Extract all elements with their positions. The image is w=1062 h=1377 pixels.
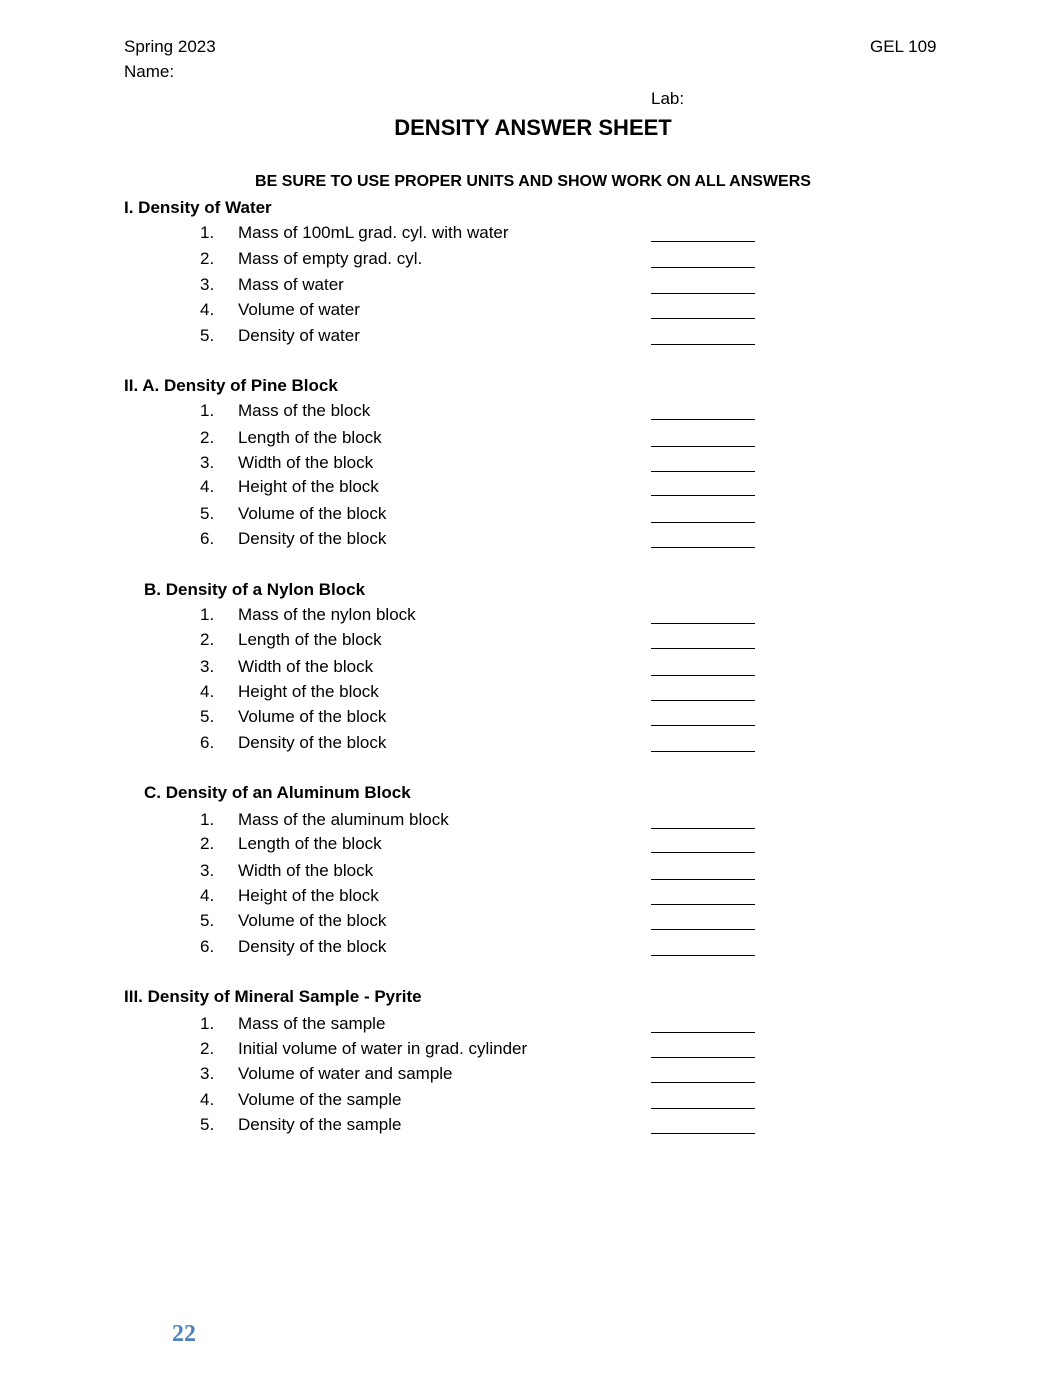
answer-blank[interactable] (651, 495, 755, 496)
item-number: 2. (200, 1039, 215, 1058)
item-number: 1. (200, 401, 215, 420)
item-number: 5. (200, 911, 215, 930)
answer-blank[interactable] (651, 828, 755, 829)
item-number: 6. (200, 529, 215, 548)
answer-blank[interactable] (651, 471, 755, 472)
item-number: 3. (200, 657, 215, 676)
answer-blank[interactable] (651, 1133, 755, 1134)
item-label: Initial volume of water in grad. cylinde… (238, 1039, 528, 1058)
item-label: Volume of water and sample (238, 1064, 453, 1083)
item-number: 4. (200, 1090, 215, 1109)
instructions: BE SURE TO USE PROPER UNITS AND SHOW WOR… (255, 173, 811, 190)
item-label: Mass of 100mL grad. cyl. with water (238, 223, 509, 242)
section-heading: III. Density of Mineral Sample - Pyrite (124, 987, 422, 1006)
answer-blank[interactable] (651, 648, 755, 649)
item-label: Length of the block (238, 630, 382, 649)
answer-blank[interactable] (651, 904, 755, 905)
item-number: 1. (200, 223, 215, 242)
item-label: Volume of the block (238, 911, 387, 930)
answer-blank[interactable] (651, 675, 755, 676)
item-number: 4. (200, 300, 215, 319)
course-code: GEL 109 (870, 37, 937, 56)
answer-blank[interactable] (651, 955, 755, 956)
item-label: Mass of the nylon block (238, 605, 416, 624)
item-label: Length of the block (238, 834, 382, 853)
page-title: DENSITY ANSWER SHEET (394, 115, 672, 140)
item-number: 2. (200, 834, 215, 853)
item-label: Mass of water (238, 275, 344, 294)
answer-blank[interactable] (651, 1057, 755, 1058)
item-label: Mass of the sample (238, 1014, 386, 1033)
answer-blank[interactable] (651, 879, 755, 880)
item-number: 1. (200, 1014, 215, 1033)
answer-blank[interactable] (651, 751, 755, 752)
item-number: 2. (200, 428, 215, 447)
item-label: Width of the block (238, 657, 374, 676)
answer-blank[interactable] (651, 293, 755, 294)
item-number: 3. (200, 1064, 215, 1083)
section-heading: II. A. Density of Pine Block (124, 376, 338, 395)
item-label: Mass of the block (238, 401, 371, 420)
section-heading: I. Density of Water (124, 198, 272, 217)
item-number: 6. (200, 733, 215, 752)
answer-blank[interactable] (651, 700, 755, 701)
item-number: 5. (200, 1115, 215, 1134)
answer-blank[interactable] (651, 852, 755, 853)
item-number: 1. (200, 605, 215, 624)
answer-blank[interactable] (651, 547, 755, 548)
item-label: Width of the block (238, 861, 374, 880)
name-label: Name: (124, 62, 175, 81)
answer-blank[interactable] (651, 929, 755, 930)
item-label: Density of the sample (238, 1115, 402, 1134)
item-number: 3. (200, 453, 215, 472)
item-label: Density of the block (238, 529, 387, 548)
item-label: Length of the block (238, 428, 382, 447)
answer-blank[interactable] (651, 725, 755, 726)
item-label: Volume of water (238, 300, 360, 319)
answer-blank[interactable] (651, 1108, 755, 1109)
answer-blank[interactable] (651, 522, 755, 523)
item-number: 5. (200, 326, 215, 345)
answer-blank[interactable] (651, 241, 755, 242)
answer-blank[interactable] (651, 623, 755, 624)
answer-blank[interactable] (651, 267, 755, 268)
answer-blank[interactable] (651, 1082, 755, 1083)
section-heading: B. Density of a Nylon Block (144, 580, 366, 599)
section-heading: C. Density of an Aluminum Block (144, 783, 411, 802)
answer-blank[interactable] (651, 318, 755, 319)
item-number: 6. (200, 937, 215, 956)
item-label: Mass of empty grad. cyl. (238, 249, 423, 268)
item-label: Height of the block (238, 886, 379, 905)
semester-label: Spring 2023 (124, 37, 216, 56)
item-label: Height of the block (238, 477, 379, 496)
item-number: 3. (200, 275, 215, 294)
item-label: Density of the block (238, 733, 387, 752)
answer-blank[interactable] (651, 1032, 755, 1033)
lab-label: Lab: (651, 89, 685, 108)
answer-blank[interactable] (651, 446, 755, 447)
item-label: Width of the block (238, 453, 374, 472)
page-number: 22 (172, 1321, 196, 1347)
item-label: Mass of the aluminum block (238, 810, 449, 829)
item-label: Volume of the block (238, 504, 387, 523)
item-number: 4. (200, 682, 215, 701)
item-label: Volume of the block (238, 707, 387, 726)
item-label: Density of the block (238, 937, 387, 956)
item-label: Volume of the sample (238, 1090, 402, 1109)
item-number: 5. (200, 707, 215, 726)
answer-blank[interactable] (651, 344, 755, 345)
item-number: 3. (200, 861, 215, 880)
item-number: 2. (200, 630, 215, 649)
item-number: 5. (200, 504, 215, 523)
answer-blank[interactable] (651, 419, 755, 420)
item-label: Height of the block (238, 682, 379, 701)
item-label: Density of water (238, 326, 360, 345)
item-number: 4. (200, 886, 215, 905)
item-number: 4. (200, 477, 215, 496)
item-number: 2. (200, 249, 215, 268)
item-number: 1. (200, 810, 215, 829)
